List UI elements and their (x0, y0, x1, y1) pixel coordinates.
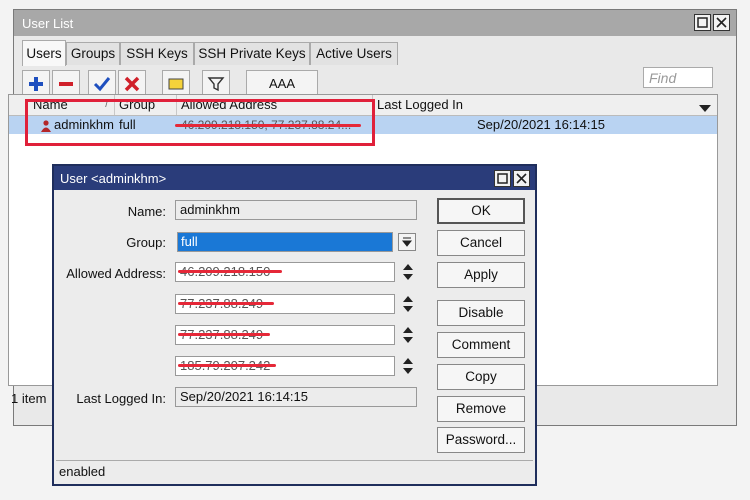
name-field[interactable]: adminkhm (175, 200, 417, 220)
apply-button[interactable]: Apply (437, 262, 525, 288)
group-label: Group: (126, 235, 166, 250)
status-bar: 1 item (11, 391, 47, 406)
user-dialog: User <adminkhm> Name: adminkhm Group: fu… (52, 164, 537, 486)
plus-icon (29, 77, 43, 91)
column-menu-icon[interactable] (699, 101, 711, 116)
tab-ssh-private-keys[interactable]: SSH Private Keys (194, 42, 310, 65)
redaction-mark (178, 333, 270, 336)
disable-button[interactable]: Disable (437, 300, 525, 326)
dialog-status-bar: enabled (56, 460, 533, 482)
maximize-icon[interactable] (694, 14, 711, 31)
x-icon (124, 76, 140, 92)
tab-ssh-keys[interactable]: SSH Keys (120, 42, 194, 65)
password-button[interactable]: Password... (437, 427, 525, 453)
chevron-down-icon (401, 237, 413, 247)
dialog-title: User <adminkhm> (60, 171, 167, 186)
note-icon (168, 78, 184, 90)
tab-users[interactable]: Users (22, 40, 66, 66)
last-logged-in-label: Last Logged In: (76, 391, 166, 406)
up-down-icon[interactable] (402, 295, 414, 313)
col-last-logged-in[interactable]: Last Logged In (373, 95, 693, 115)
find-input[interactable]: Find (643, 67, 713, 88)
group-select[interactable]: full (177, 232, 393, 252)
copy-button[interactable]: Copy (437, 364, 525, 390)
window-title-bar: User List (14, 10, 736, 36)
window-title: User List (22, 16, 74, 31)
check-icon (93, 77, 111, 92)
cancel-button[interactable]: Cancel (437, 230, 525, 256)
up-down-icon[interactable] (402, 357, 414, 375)
maximize-icon[interactable] (494, 170, 511, 187)
tab-active-users[interactable]: Active Users (310, 42, 398, 65)
ok-button[interactable]: OK (437, 198, 525, 224)
redaction-mark (178, 364, 276, 367)
tab-groups[interactable]: Groups (66, 42, 120, 65)
close-icon[interactable] (713, 14, 730, 31)
remove-button[interactable]: Remove (437, 396, 525, 422)
name-label: Name: (127, 204, 166, 219)
up-down-icon[interactable] (402, 326, 414, 344)
redaction-mark (178, 270, 282, 273)
minus-icon (59, 82, 73, 86)
last-logged-in-field: Sep/20/2021 16:14:15 (175, 387, 417, 407)
up-down-icon[interactable] (402, 263, 414, 281)
redaction-mark (178, 302, 274, 305)
allowed-address-label: Allowed Address: (66, 266, 166, 281)
group-dropdown-button[interactable] (398, 233, 416, 251)
close-icon[interactable] (513, 170, 530, 187)
dialog-title-bar: User <adminkhm> (54, 166, 535, 190)
row-last-logged-in: Sep/20/2021 16:14:15 (477, 117, 605, 132)
highlight-box (25, 99, 375, 146)
comment-button[interactable]: Comment (437, 332, 525, 358)
filter-icon (207, 77, 225, 92)
